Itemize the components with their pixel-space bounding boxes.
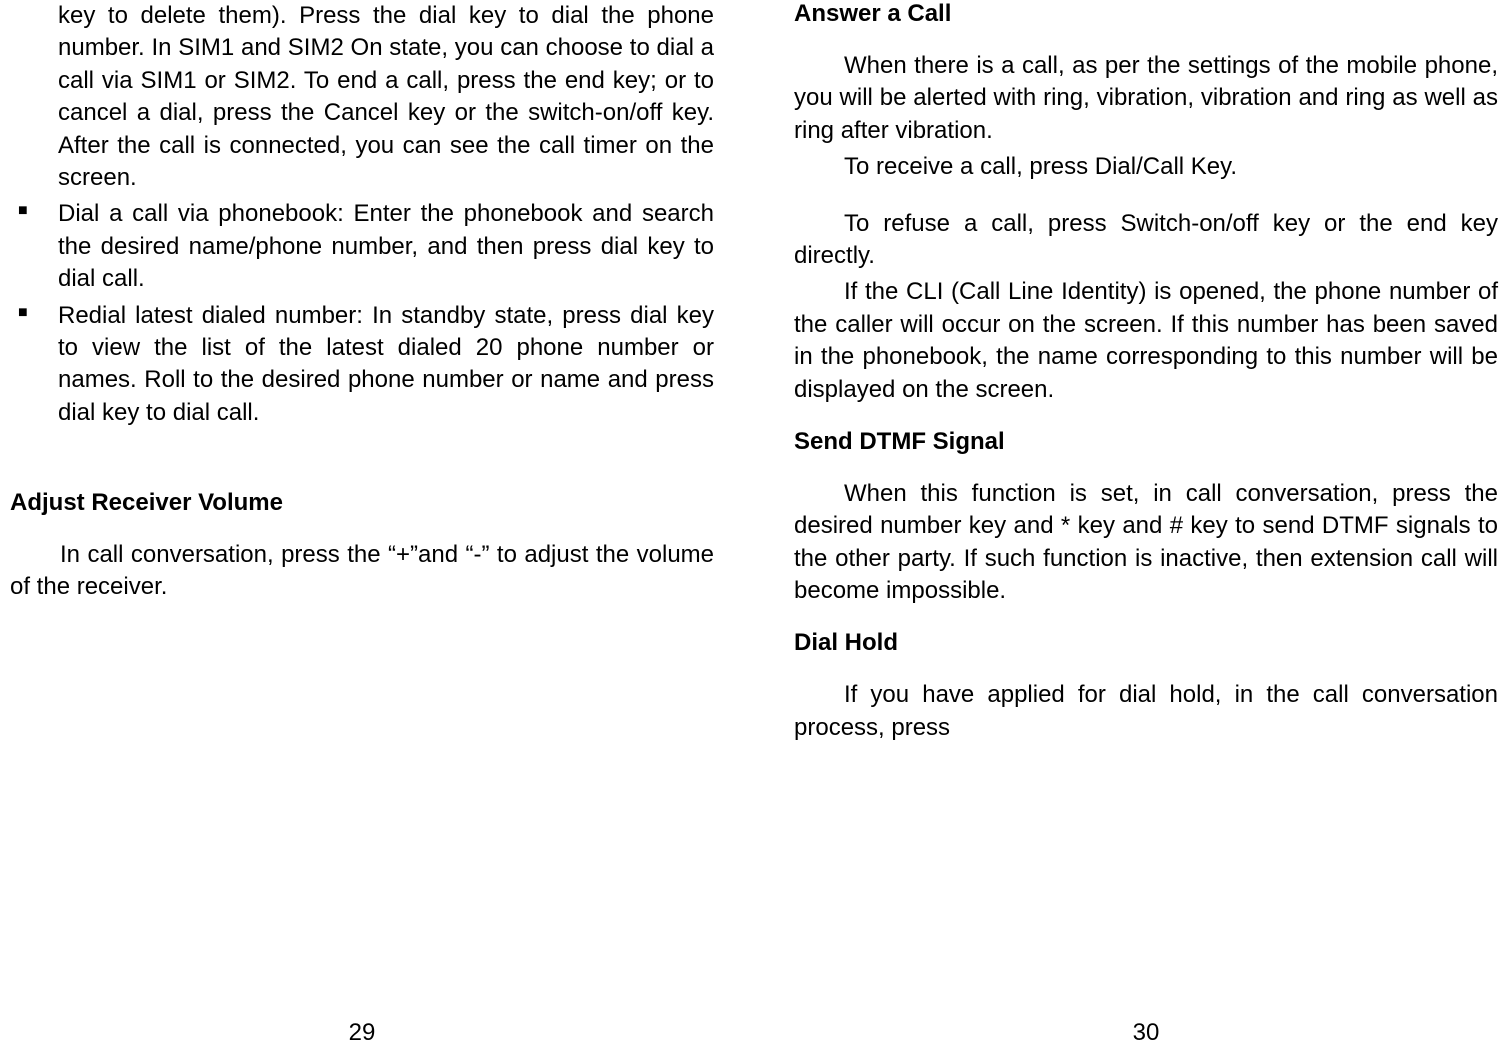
list-item: Dial a call via phonebook: Enter the pho… [10, 198, 714, 295]
page-number-left: 29 [10, 1019, 714, 1061]
section-heading-send-dtmf-signal: Send DTMF Signal [794, 428, 1498, 456]
paragraph: In call conversation, press the “+”and “… [10, 539, 714, 604]
page-number-right: 30 [794, 1019, 1498, 1061]
continued-paragraph: key to delete them). Press the dial key … [10, 0, 714, 194]
list-item: Redial latest dialed number: In standby … [10, 300, 714, 430]
section-heading-answer-a-call: Answer a Call [794, 0, 1498, 28]
paragraph: If the CLI (Call Line Identity) is opene… [794, 276, 1498, 406]
paragraph: When there is a call, as per the setting… [794, 50, 1498, 147]
bullet-list: Dial a call via phonebook: Enter the pho… [10, 198, 714, 429]
section-heading-adjust-receiver-volume: Adjust Receiver Volume [10, 489, 714, 517]
page-right: Answer a Call When there is a call, as p… [754, 0, 1508, 1061]
paragraph: If you have applied for dial hold, in th… [794, 679, 1498, 744]
paragraph: When this function is set, in call conve… [794, 478, 1498, 608]
paragraph: To receive a call, press Dial/Call Key. [794, 151, 1498, 183]
spacer [794, 188, 1498, 208]
page-right-content: Answer a Call When there is a call, as p… [794, 0, 1498, 1019]
section-heading-dial-hold: Dial Hold [794, 629, 1498, 657]
page-left: key to delete them). Press the dial key … [0, 0, 754, 1061]
page-left-content: key to delete them). Press the dial key … [10, 0, 714, 1019]
paragraph: To refuse a call, press Switch-on/off ke… [794, 208, 1498, 273]
